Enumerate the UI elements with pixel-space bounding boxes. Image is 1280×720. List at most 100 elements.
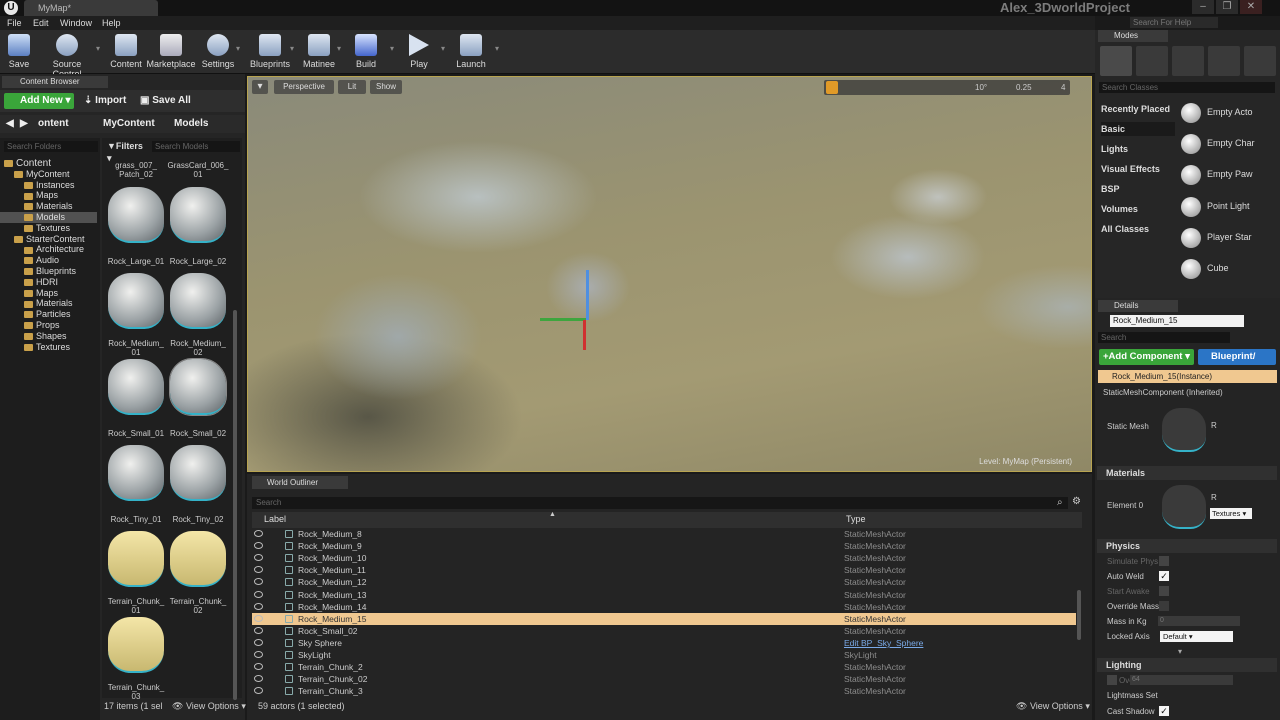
table-row[interactable]: SkyLight SkyLight (252, 649, 1076, 661)
play-dropdown-icon[interactable]: ▾ (441, 44, 445, 53)
cast-shadow-checkbox[interactable]: ✓ (1159, 706, 1169, 716)
folder-item[interactable]: HDRI (0, 277, 97, 288)
gizmo-y-axis[interactable] (540, 318, 586, 321)
landscape-mode-icon[interactable] (1172, 46, 1204, 76)
breadcrumb-models[interactable]: Models (174, 118, 208, 129)
table-row[interactable]: Sky Sphere Edit BP_Sky_Sphere (252, 637, 1076, 649)
minimize-icon[interactable]: – (1192, 0, 1214, 14)
table-row[interactable]: Terrain_Chunk_3 StaticMeshActor (252, 685, 1076, 697)
lit-button[interactable]: Lit (338, 80, 366, 94)
foliage-mode-icon[interactable] (1208, 46, 1240, 76)
material-thumbnail[interactable] (1162, 485, 1206, 529)
visibility-eye-icon[interactable] (254, 578, 263, 586)
asset-label[interactable]: Rock_Medium_ 02 (166, 339, 230, 357)
folder-item[interactable]: Materials (0, 298, 97, 309)
place-item[interactable]: Cube (1178, 255, 1273, 283)
folder-item[interactable]: StarterContent (0, 234, 97, 245)
auto-weld-checkbox[interactable]: ✓ (1159, 571, 1169, 581)
asset-thumbnail[interactable] (108, 617, 164, 673)
build-dropdown-icon[interactable]: ▾ (390, 44, 394, 53)
lighting-section-header[interactable]: Lighting (1097, 658, 1277, 672)
asset-label[interactable]: Terrain_Chunk_ 01 (104, 597, 168, 615)
show-button[interactable]: Show (370, 80, 402, 94)
column-type[interactable]: Type (846, 514, 866, 524)
menu-window[interactable]: Window (60, 16, 92, 30)
physics-section-header[interactable]: Physics (1097, 539, 1277, 553)
table-row[interactable]: Rock_Medium_9 StaticMeshActor (252, 540, 1076, 552)
actor-name-field[interactable]: Rock_Medium_15 (1110, 315, 1244, 327)
geometry-mode-icon[interactable] (1244, 46, 1276, 76)
visibility-eye-icon[interactable] (254, 626, 263, 634)
details-search-input[interactable]: Search (1098, 332, 1230, 343)
folder-item[interactable]: MyContent (0, 169, 97, 180)
column-label[interactable]: Label (264, 514, 286, 524)
visibility-eye-icon[interactable] (254, 663, 263, 671)
asset-thumbnail[interactable] (169, 358, 227, 416)
add-component-button[interactable]: +Add Component ▾ (1099, 349, 1194, 365)
component-instance-row[interactable]: Rock_Medium_15(Instance) (1098, 370, 1277, 383)
visibility-eye-icon[interactable] (254, 638, 263, 646)
close-icon[interactable]: ✕ (1240, 0, 1262, 14)
asset-thumbnail[interactable] (108, 187, 164, 243)
paint-mode-icon[interactable] (1136, 46, 1168, 76)
actor-type[interactable]: Edit BP_Sky_Sphere (844, 637, 923, 649)
static-mesh-component-row[interactable]: StaticMeshComponent (Inherited) (1103, 388, 1223, 397)
table-row[interactable]: Rock_Medium_14 StaticMeshActor (252, 601, 1076, 613)
table-row[interactable]: Rock_Medium_12 StaticMeshActor (252, 576, 1076, 588)
folder-item[interactable]: Props (0, 320, 97, 331)
viewport-menu-icon[interactable]: ▾ (252, 80, 268, 94)
search-classes-input[interactable]: Search Classes (1099, 82, 1275, 93)
overridden-checkbox[interactable] (1107, 675, 1117, 685)
asset-label[interactable]: Rock_Small_01 (104, 429, 168, 438)
outliner-search-input[interactable]: Search (252, 497, 1068, 509)
search-help-input[interactable]: Search For Help (1130, 17, 1218, 28)
asset-label[interactable]: Rock_Small_02 (166, 429, 230, 438)
visibility-eye-icon[interactable] (254, 542, 263, 550)
mode-category[interactable]: Lights (1101, 142, 1128, 156)
outliner-view-options-button[interactable]: 👁 View Options ▾ (1016, 701, 1090, 712)
level-viewport[interactable] (247, 76, 1092, 472)
menu-edit[interactable]: Edit (33, 16, 49, 30)
folder-item[interactable]: Materials (0, 201, 97, 212)
search-models-input[interactable]: Search Models (152, 141, 240, 152)
world-outliner-tab[interactable]: World Outliner (252, 476, 348, 489)
blueprints-button[interactable]: Blueprints (243, 32, 297, 72)
folder-item[interactable]: Shapes (0, 331, 97, 342)
table-row[interactable]: Rock_Medium_15 StaticMeshActor (252, 612, 1076, 625)
visibility-eye-icon[interactable] (254, 687, 263, 695)
search-folders-input[interactable]: Search Folders (4, 141, 98, 152)
back-arrow-icon[interactable]: ◀ (6, 118, 14, 129)
folder-item[interactable]: Particles (0, 309, 97, 320)
launch-button[interactable]: Launch (444, 32, 498, 72)
view-options-button[interactable]: 👁 View Options ▾ (172, 701, 246, 712)
folder-item[interactable]: Content (0, 158, 97, 169)
table-row[interactable]: Terrain_Chunk_02 StaticMeshActor (252, 673, 1076, 685)
asset-thumbnail[interactable] (170, 445, 226, 501)
settings-dropdown-icon[interactable]: ▾ (236, 44, 240, 53)
table-row[interactable]: Rock_Medium_8 StaticMeshActor (252, 528, 1076, 540)
asset-label-grass-card[interactable]: GrassCard_006_ 01 (166, 161, 230, 179)
filters-button[interactable]: ▼Filters ▾ (107, 140, 149, 163)
asset-thumbnail[interactable] (108, 445, 164, 501)
folder-item[interactable]: Audio (0, 255, 97, 266)
snap-angle-value[interactable]: 10° (975, 80, 987, 95)
textures-dropdown[interactable]: Textures ▾ (1210, 508, 1252, 519)
modes-tab[interactable]: Modes (1098, 30, 1168, 42)
table-row[interactable]: Rock_Medium_13 StaticMeshActor (252, 589, 1076, 601)
place-item[interactable]: Point Light (1178, 193, 1273, 221)
mode-category[interactable]: Recently Placed (1101, 102, 1170, 116)
mode-category[interactable]: Basic (1101, 122, 1175, 136)
start-awake-checkbox[interactable] (1159, 586, 1169, 596)
visibility-eye-icon[interactable] (254, 614, 263, 622)
snap-scale-value[interactable]: 0.25 (1016, 80, 1032, 95)
visibility-eye-icon[interactable] (254, 675, 263, 683)
folder-item[interactable]: Instances (0, 180, 97, 191)
table-row[interactable]: Terrain_Chunk_2 StaticMeshActor (252, 661, 1076, 673)
asset-label[interactable]: Rock_Tiny_01 (104, 515, 168, 524)
menu-file[interactable]: File (7, 16, 22, 30)
build-button[interactable]: Build (339, 32, 393, 72)
maximize-icon[interactable]: ❐ (1216, 0, 1238, 14)
folder-item[interactable]: Textures (0, 342, 97, 353)
asset-scrollbar[interactable] (233, 310, 237, 700)
folder-item[interactable]: Maps (0, 190, 97, 201)
